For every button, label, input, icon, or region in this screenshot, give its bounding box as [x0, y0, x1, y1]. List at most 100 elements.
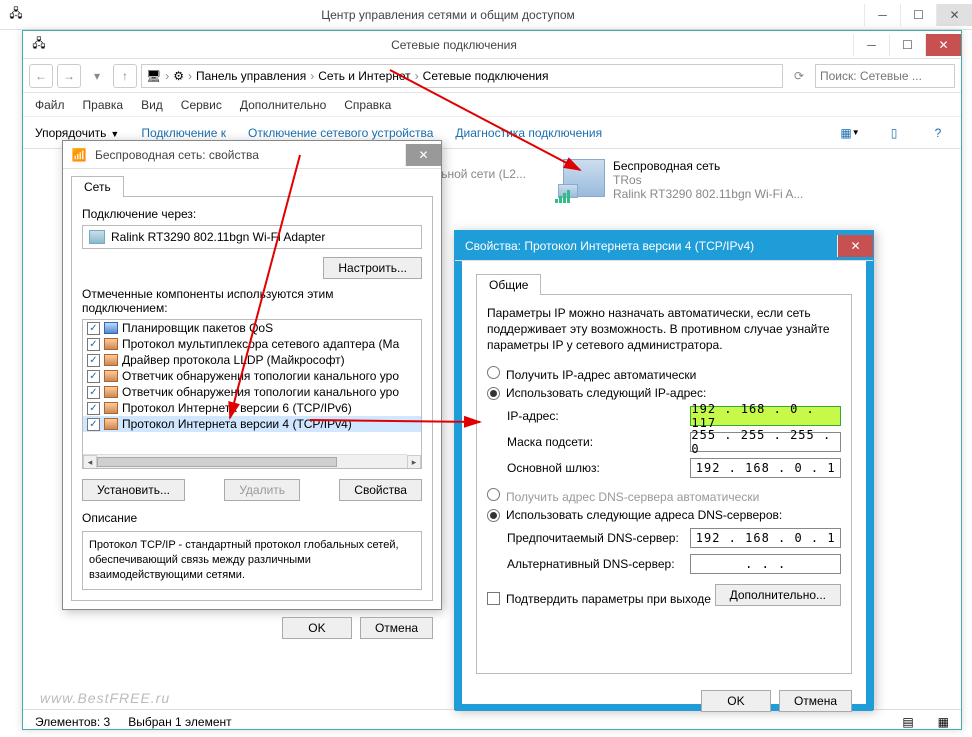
list-item[interactable]: Ответчик обнаружения топологии канальног… [122, 369, 399, 383]
checkbox[interactable]: ✓ [87, 370, 100, 383]
checkbox[interactable]: ✓ [87, 402, 100, 415]
component-icon [104, 386, 118, 398]
validate-checkbox[interactable] [487, 592, 500, 605]
tab-body: Подключение через: Ralink RT3290 802.11b… [71, 196, 433, 601]
radio-auto-ip-label: Получить IP-адрес автоматически [506, 368, 696, 382]
list-item[interactable]: Ответчик обнаружения топологии канальног… [122, 385, 399, 399]
breadcrumb-network[interactable]: Сеть и Интернет [318, 69, 410, 83]
mask-input[interactable]: 255 . 255 . 255 . 0 [690, 432, 841, 452]
network-icon: 📶 [69, 145, 89, 165]
minimize-button[interactable]: ─ [853, 34, 889, 56]
maximize-button[interactable]: ☐ [900, 4, 936, 26]
tab-general[interactable]: Общие [476, 274, 541, 295]
ok-button[interactable]: OK [282, 617, 352, 639]
close-button[interactable]: ✕ [405, 144, 441, 166]
preview-pane-button[interactable]: ▯ [883, 122, 905, 144]
maximize-button[interactable]: ☐ [889, 34, 925, 56]
scrollbar-horizontal[interactable]: ◂ ▸ [83, 454, 407, 468]
mask-label: Маска подсети: [507, 435, 690, 449]
properties-button[interactable]: Свойства [339, 479, 422, 501]
ip-input[interactable]: 192 . 168 . 0 . 117 [690, 406, 841, 426]
checkbox[interactable]: ✓ [87, 418, 100, 431]
view-large-icon[interactable]: ▦ [938, 715, 949, 729]
scroll-right-button[interactable]: ▸ [407, 455, 421, 469]
checkbox[interactable]: ✓ [87, 338, 100, 351]
menu-view[interactable]: Вид [141, 98, 163, 112]
help-button[interactable]: ? [927, 122, 949, 144]
control-panel-icon: ⚙ [173, 69, 184, 83]
forward-button[interactable]: → [57, 64, 81, 88]
gateway-label: Основной шлюз: [507, 461, 690, 475]
ip-label: IP-адрес: [507, 409, 690, 423]
view-icons-button[interactable]: ▦▼ [839, 122, 861, 144]
list-item[interactable]: Протокол мультиплексора сетевого адаптер… [122, 337, 399, 351]
breadcrumb-root[interactable]: Панель управления [196, 69, 306, 83]
components-label: Отмеченные компоненты используются этим … [82, 287, 422, 315]
gateway-input[interactable]: 192 . 168 . 0 . 1 [690, 458, 841, 478]
recent-dropdown[interactable]: ▾ [85, 64, 109, 88]
network-item-wifi[interactable]: Беспроводная сеть TRos Ralink RT3290 802… [563, 159, 803, 201]
description-text: Протокол TCP/IP - стандартный протокол г… [82, 531, 422, 590]
configure-button[interactable]: Настроить... [323, 257, 422, 279]
radio-manual-dns-label: Использовать следующие адреса DNS-сервер… [506, 508, 782, 522]
dialog-titlebar: Свойства: Протокол Интернета версии 4 (T… [455, 231, 873, 261]
breadcrumb[interactable]: 🖥› ⚙› Панель управления› Сеть и Интернет… [141, 64, 783, 88]
advanced-button[interactable]: Дополнительно... [715, 584, 841, 606]
cmd-diagnose[interactable]: Диагностика подключения [455, 126, 602, 140]
cancel-button[interactable]: Отмена [779, 690, 852, 712]
cmd-disable[interactable]: Отключение сетевого устройства [248, 126, 433, 140]
dns2-label: Альтернативный DNS-сервер: [507, 557, 690, 571]
dialog-titlebar: 📶 Беспроводная сеть: свойства ✕ [63, 141, 441, 169]
checkbox[interactable]: ✓ [87, 354, 100, 367]
list-item-ipv4[interactable]: Протокол Интернета версии 4 (TCP/IPv4) [122, 417, 352, 431]
radio-auto-ip[interactable] [487, 366, 500, 379]
validate-label: Подтвердить параметры при выходе [506, 592, 711, 606]
checkbox[interactable]: ✓ [87, 386, 100, 399]
menu-edit[interactable]: Правка [83, 98, 124, 112]
list-item[interactable]: Драйвер протокола LLDP (Майкрософт) [122, 353, 345, 367]
list-item[interactable]: Протокол Интернета версии 6 (TCP/IPv6) [122, 401, 352, 415]
scroll-thumb[interactable] [97, 457, 337, 467]
ok-button[interactable]: OK [701, 690, 771, 712]
refresh-button[interactable]: ⟳ [787, 64, 811, 88]
wifi-adapter: Ralink RT3290 802.11bgn Wi-Fi A... [613, 187, 803, 201]
scroll-left-button[interactable]: ◂ [83, 455, 97, 469]
close-button[interactable]: ✕ [925, 34, 961, 56]
menu-service[interactable]: Сервис [181, 98, 222, 112]
dns1-input[interactable]: 192 . 168 . 0 . 1 [690, 528, 841, 548]
close-button[interactable]: ✕ [837, 235, 873, 257]
checkbox[interactable]: ✓ [87, 322, 100, 335]
status-selection: Выбран 1 элемент [128, 715, 231, 729]
component-icon [104, 322, 118, 334]
minimize-button[interactable]: ─ [864, 4, 900, 26]
menu-extra[interactable]: Дополнительно [240, 98, 326, 112]
component-icon [104, 370, 118, 382]
menu-help[interactable]: Справка [344, 98, 391, 112]
cmd-organize[interactable]: Упорядочить▼ [35, 126, 119, 140]
background-window-titlebar: 🖧 Центр управления сетями и общим доступ… [0, 0, 972, 30]
cmd-connect[interactable]: Подключение к [141, 126, 226, 140]
radio-manual-dns[interactable] [487, 509, 500, 522]
components-list[interactable]: ✓ Планировщик пакетов QoS ✓ Протокол мульт… [82, 319, 422, 469]
install-button[interactable]: Установить... [82, 479, 185, 501]
up-button[interactable]: ↑ [113, 64, 137, 88]
wireless-properties-dialog: 📶 Беспроводная сеть: свойства ✕ Сеть Под… [62, 140, 442, 610]
component-icon [104, 354, 118, 366]
cancel-button[interactable]: Отмена [360, 617, 433, 639]
dialog-title: Беспроводная сеть: свойства [95, 148, 405, 162]
ipv4-properties-dialog: Свойства: Протокол Интернета версии 4 (T… [454, 230, 874, 710]
back-button[interactable]: ← [29, 64, 53, 88]
adapter-icon [89, 230, 105, 244]
view-details-icon[interactable]: ▤ [902, 715, 913, 729]
dns2-input[interactable]: . . . [690, 554, 841, 574]
menu-file[interactable]: Файл [35, 98, 65, 112]
tab-network[interactable]: Сеть [71, 176, 124, 197]
wifi-ssid: TRos [613, 173, 803, 187]
search-input[interactable] [815, 64, 955, 88]
status-count: Элементов: 3 [35, 715, 110, 729]
breadcrumb-connections[interactable]: Сетевые подключения [423, 69, 549, 83]
radio-auto-dns [487, 488, 500, 501]
radio-manual-ip[interactable] [487, 387, 500, 400]
close-button[interactable]: ✕ [936, 4, 972, 26]
list-item[interactable]: Планировщик пакетов QoS [122, 321, 273, 335]
